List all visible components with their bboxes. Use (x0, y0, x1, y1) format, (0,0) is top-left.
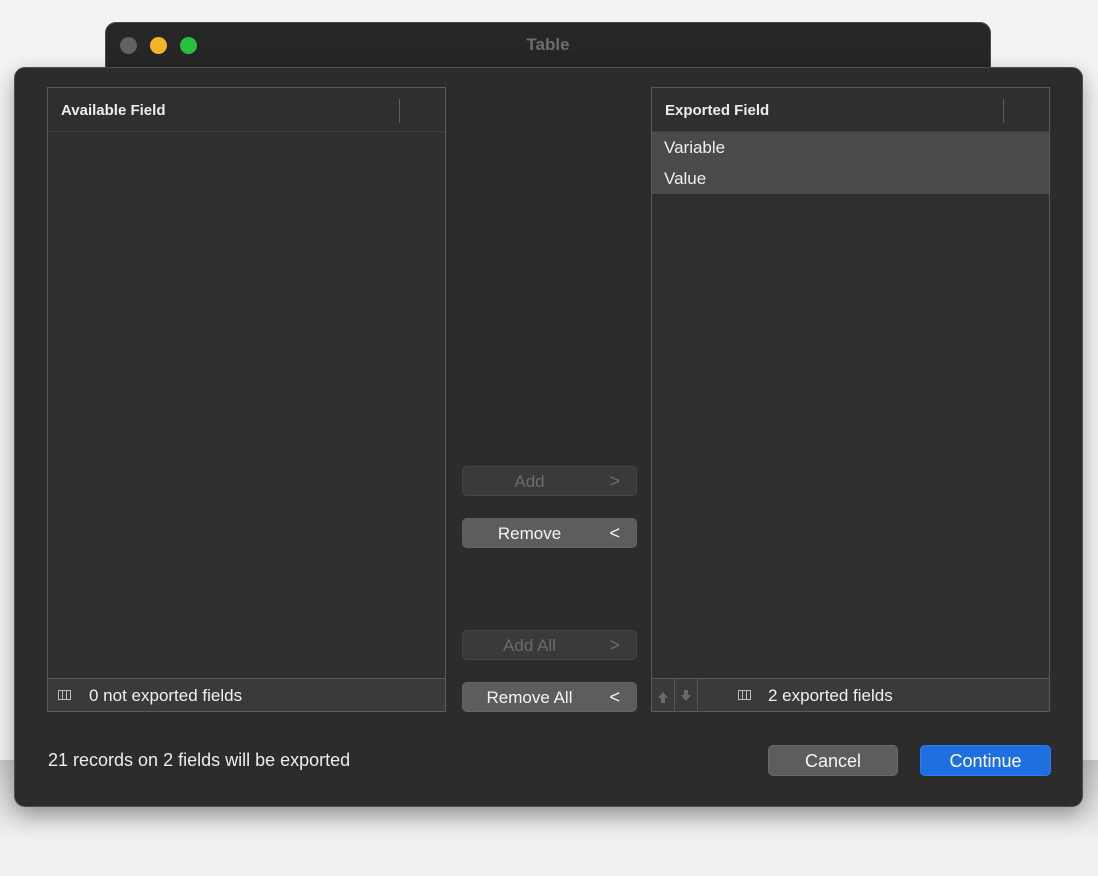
list-item-variable[interactable]: Variable (652, 132, 1049, 163)
arrow-up-icon (658, 692, 668, 703)
columns-icon (738, 690, 751, 700)
chevron-left-icon: < (609, 523, 620, 543)
available-field-panel: Available Field 0 not exported fields (47, 87, 446, 712)
available-field-footer: 0 not exported fields (48, 678, 445, 711)
not-exported-count: 0 not exported fields (89, 686, 243, 705)
list-item-value[interactable]: Value (652, 163, 1049, 194)
remove-all-button-label: Remove All (486, 688, 573, 707)
chevron-left-icon: < (609, 687, 620, 707)
add-all-button-label: Add All (503, 636, 556, 655)
remove-button-label: Remove (497, 524, 562, 543)
column-separator[interactable] (399, 99, 400, 123)
remove-button[interactable]: Remove < (462, 518, 637, 548)
continue-button[interactable]: Continue (920, 745, 1051, 776)
column-separator[interactable] (1003, 99, 1004, 123)
chevron-right-icon: > (609, 471, 620, 491)
exported-field-header[interactable]: Exported Field (652, 88, 1049, 132)
exported-field-list[interactable]: Variable Value (652, 132, 1049, 194)
move-up-button[interactable] (652, 679, 675, 711)
cancel-button[interactable]: Cancel (768, 745, 898, 776)
exported-field-panel: Exported Field Variable Value 2 exported… (651, 87, 1050, 712)
window-title: Table (526, 35, 570, 54)
move-down-button[interactable] (675, 679, 698, 711)
chevron-right-icon: > (609, 635, 620, 655)
exported-count: 2 exported fields (768, 686, 893, 705)
add-all-button[interactable]: Add All > (462, 630, 637, 660)
exported-field-footer: 2 exported fields (652, 678, 1049, 711)
add-button-label: Add (514, 472, 545, 491)
available-field-header-label: Available Field (61, 102, 166, 119)
columns-icon (58, 690, 71, 700)
remove-all-button[interactable]: Remove All < (462, 682, 637, 712)
export-summary: 21 records on 2 fields will be exported (48, 750, 351, 770)
export-fields-sheet: Available Field 0 not exported fields Ad… (14, 67, 1083, 807)
exported-field-header-label: Exported Field (665, 102, 770, 119)
available-field-header[interactable]: Available Field (48, 88, 445, 132)
add-button[interactable]: Add > (462, 466, 637, 496)
arrow-down-icon (681, 690, 691, 701)
